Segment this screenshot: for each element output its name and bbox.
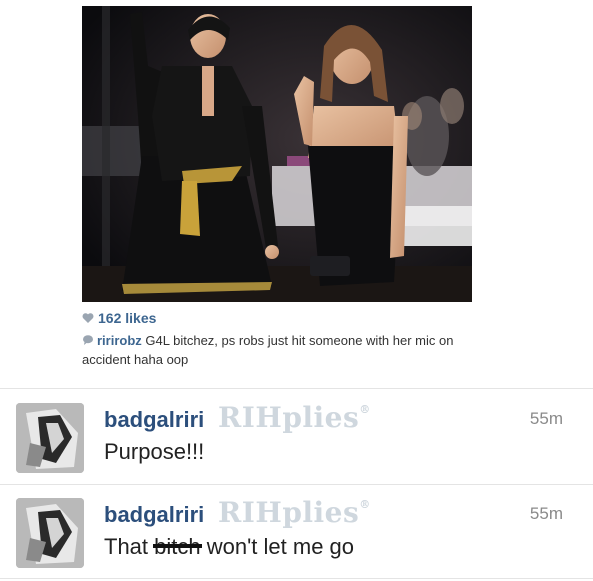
tweet-timestamp: 55m <box>529 504 563 523</box>
tweet-text: That bitch won't let me go <box>104 534 355 560</box>
tweet-username[interactable]: badgalriri <box>104 502 204 528</box>
party-photo <box>82 6 472 302</box>
instagram-post: 162 likes ririrobz G4L bitchez, ps robs … <box>0 0 593 385</box>
divider <box>0 484 593 485</box>
tweet-timestamp: 55m <box>529 409 563 428</box>
tweet[interactable]: badgalriri RIHplies® 55m That bitch won'… <box>0 486 593 576</box>
avatar[interactable] <box>16 498 84 568</box>
likes-row[interactable]: 162 likes <box>82 309 156 327</box>
avatar-image <box>16 498 84 568</box>
comment-bubble-icon <box>83 335 93 345</box>
avatar[interactable] <box>16 403 84 473</box>
avatar-image <box>16 403 84 473</box>
censor-bar <box>153 544 202 548</box>
divider <box>0 388 593 389</box>
rihplies-watermark: RIHplies® <box>218 401 371 434</box>
caption-username[interactable]: ririrobz <box>97 333 142 348</box>
divider <box>0 578 593 579</box>
post-caption: ririrobz G4L bitchez, ps robs just hit s… <box>82 331 482 369</box>
tweet-username[interactable]: badgalriri <box>104 407 204 433</box>
censored-word: bitch <box>153 534 202 560</box>
tweet[interactable]: badgalriri RIHplies® 55m Purpose!!! <box>0 391 593 481</box>
post-photo[interactable] <box>82 6 472 302</box>
tweet-text: Purpose!!! <box>104 439 205 464</box>
rihplies-watermark: RIHplies® <box>218 496 371 529</box>
heart-icon <box>82 313 94 323</box>
likes-count: 162 likes <box>98 310 157 326</box>
